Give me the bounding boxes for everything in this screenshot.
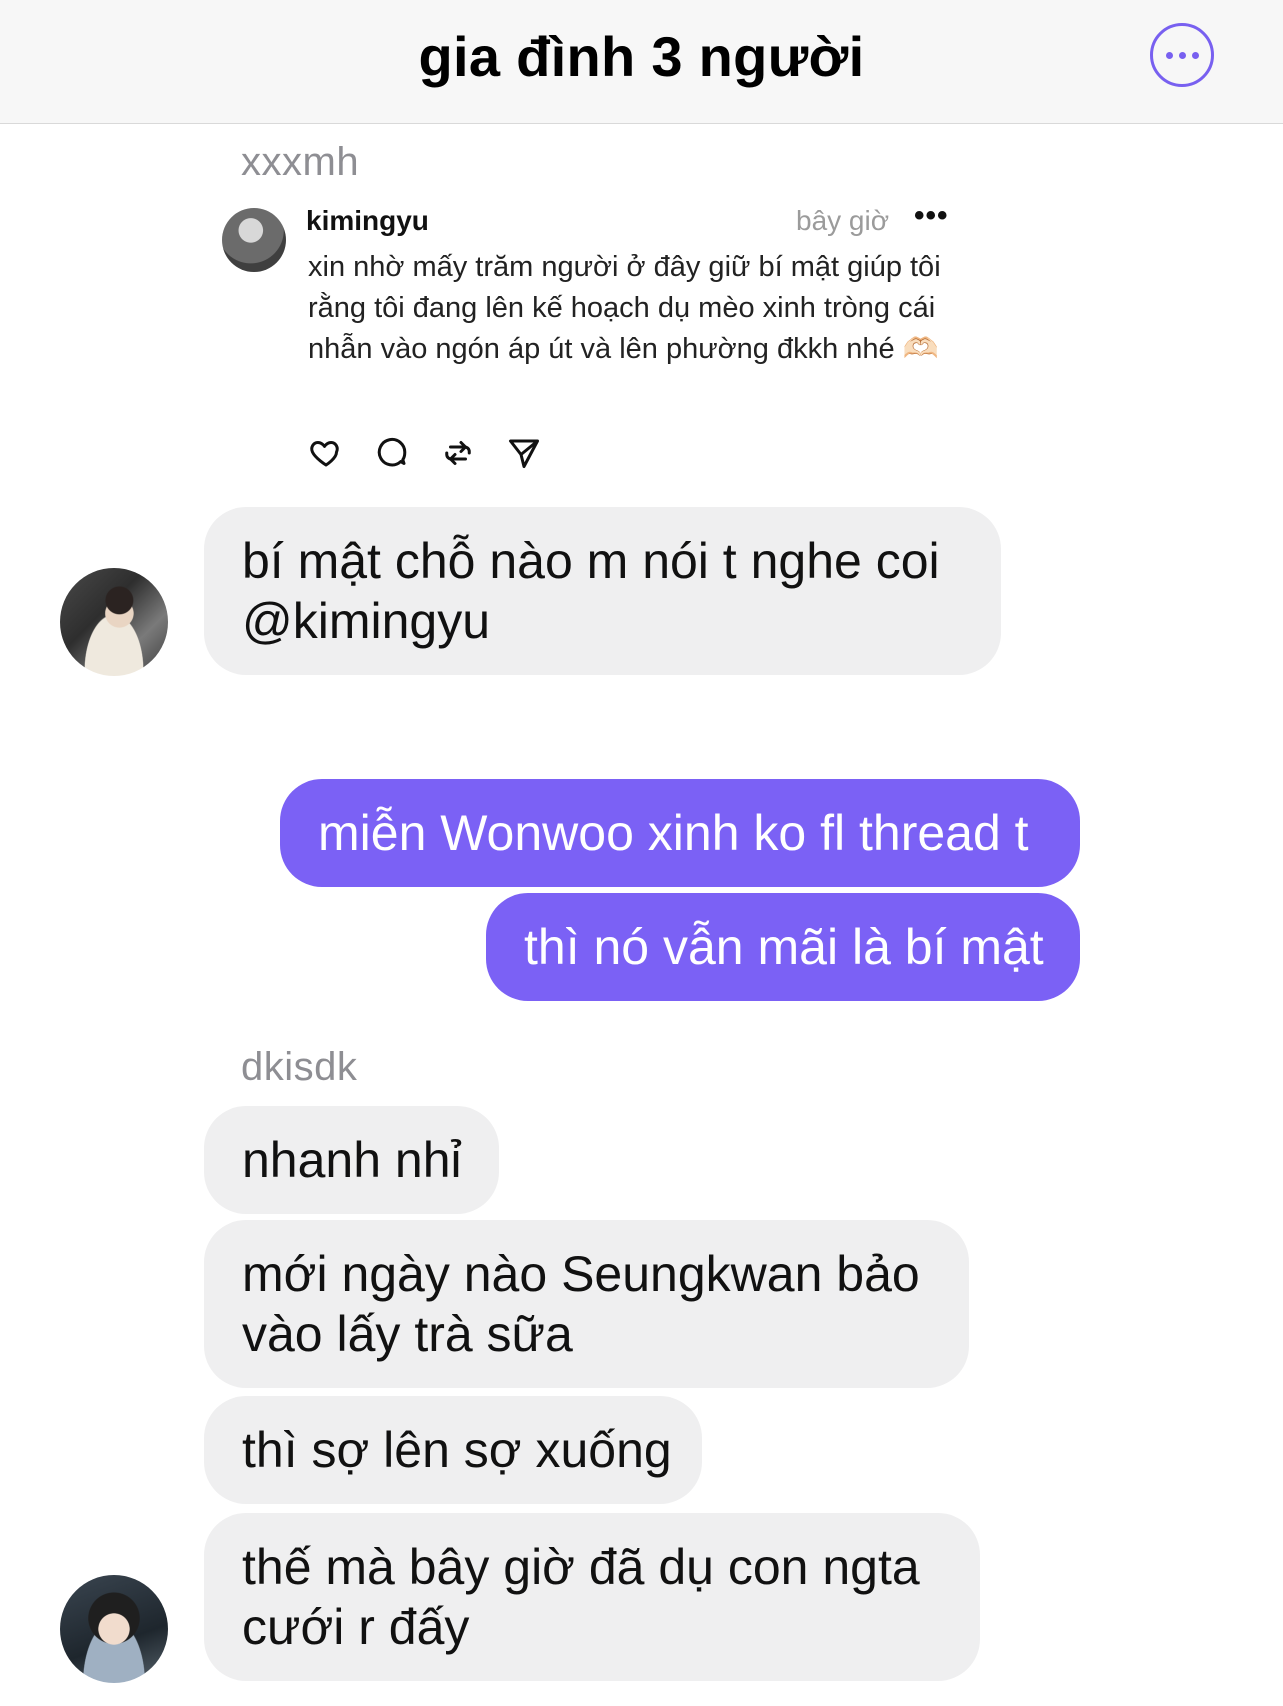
message-bubble[interactable]: thế mà bây giờ đã dụ con ngta cưới r đấy [204,1513,980,1681]
heart-icon[interactable] [308,435,344,471]
message-text: nhanh nhỉ [242,1132,462,1188]
message-text: bí mật chỗ nào m nói t nghe coi [242,533,940,589]
more-icon [1165,51,1173,59]
chat-header: gia đình 3 người [0,0,1283,124]
message-bubble[interactable]: mới ngày nào Seungkwan bảo vào lấy trà s… [204,1220,969,1388]
thread-timestamp: bây giờ [796,205,890,236]
sender-name: xxxmh [241,140,360,184]
more-icon-dot [1178,51,1186,59]
message-text: @kimingyu [242,593,491,649]
outgoing-message-bubble[interactable]: thì nó vẫn mãi là bí mật [486,893,1080,1001]
repost-icon[interactable] [440,435,476,471]
thread-author-avatar[interactable] [222,208,286,272]
chat-title: gia đình 3 người [418,25,865,88]
message-text: thì sợ lên sợ xuống [242,1422,672,1478]
share-icon[interactable] [506,435,542,471]
avatar[interactable] [60,1575,168,1683]
message-text: mới ngày nào Seungkwan bảo [242,1246,920,1302]
thread-text: xin nhờ mấy trăm người ở đây giữ bí mật … [308,251,941,365]
message-text: thì nó vẫn mãi là bí mật [524,919,1044,975]
message-bubble[interactable]: bí mật chỗ nào m nói t nghe coi @kimingy… [204,507,1001,675]
outgoing-message-bubble[interactable]: miễn Wonwoo xinh ko fl thread t [280,779,1080,887]
message-bubble[interactable]: nhanh nhỉ [204,1106,499,1214]
shared-thread-card[interactable]: kimingyu bây giờ ••• xin nhờ mấy trăm ng… [222,199,952,495]
more-icon-dot [1191,51,1199,59]
thread-menu-button[interactable]: ••• [914,199,949,233]
message-text: vào lấy trà sữa [242,1306,573,1362]
message-text: cưới r đấy [242,1599,470,1655]
thread-username[interactable]: kimingyu [306,205,429,237]
sender-name: dkisdk [241,1045,358,1089]
message-bubble[interactable]: thì sợ lên sợ xuống [204,1396,702,1504]
thread-actions [308,435,542,471]
avatar[interactable] [60,568,168,676]
more-options-button[interactable] [1150,23,1214,87]
message-text: miễn Wonwoo xinh ko fl thread t [318,805,1029,861]
comment-icon[interactable] [374,435,410,471]
message-text: thế mà bây giờ đã dụ con ngta [242,1539,920,1595]
